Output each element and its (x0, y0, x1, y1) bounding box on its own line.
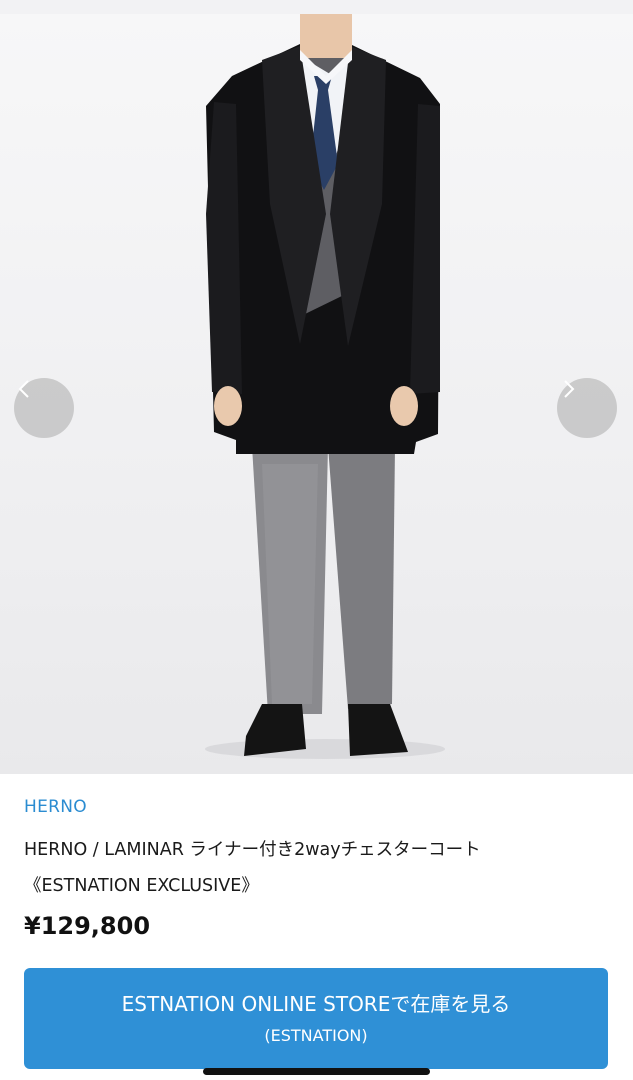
product-photo-illustration (205, 14, 445, 759)
product-title: HERNO / LAMINAR ライナー付き2wayチェスターコート 《ESTN… (24, 832, 614, 904)
product-title-line1: HERNO / LAMINAR ライナー付き2wayチェスターコート (24, 840, 481, 860)
top-strip (0, 0, 633, 14)
chevron-left-icon (18, 380, 29, 398)
product-price: ¥129,800 (24, 912, 151, 940)
gallery-prev-button[interactable] (14, 378, 74, 438)
gallery-next-button[interactable] (557, 378, 617, 438)
chevron-right-icon (564, 380, 575, 398)
home-indicator (203, 1068, 430, 1075)
product-image[interactable] (0, 14, 633, 774)
view-stock-button-label: ESTNATION ONLINE STOREで在庫を見る (121, 992, 511, 1016)
brand-link[interactable]: HERNO (24, 797, 87, 817)
view-stock-button[interactable]: ESTNATION ONLINE STOREで在庫を見る (ESTNATION) (24, 968, 608, 1069)
product-title-line2: 《ESTNATION EXCLUSIVE》 (24, 876, 259, 896)
view-stock-button-sublabel: (ESTNATION) (264, 1026, 368, 1045)
